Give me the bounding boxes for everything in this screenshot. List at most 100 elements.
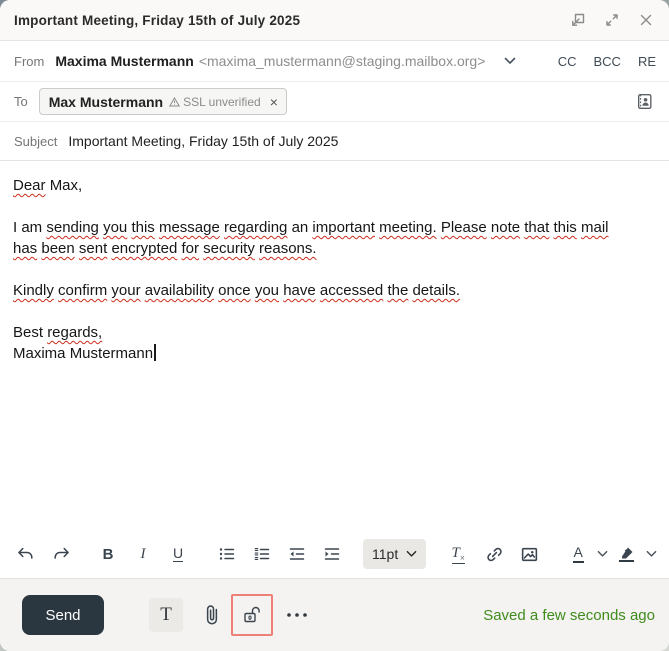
body-word: Best <box>13 324 44 341</box>
window-title: Important Meeting, Friday 15th of July 2… <box>14 12 301 28</box>
highlight-color-chevron-icon[interactable] <box>644 542 658 566</box>
body-word: details. <box>412 282 460 299</box>
redo-icon[interactable] <box>51 542 73 566</box>
body-word: sending <box>46 219 99 236</box>
highlight-color-button[interactable] <box>615 542 637 566</box>
compose-window: Important Meeting, Friday 15th of July 2… <box>0 0 669 651</box>
body-word: that <box>524 219 550 236</box>
body-word: meeting. <box>379 219 437 236</box>
body-word: availability <box>144 282 214 299</box>
expand-window-icon[interactable] <box>602 10 622 30</box>
body-text-line <box>13 259 656 280</box>
italic-button[interactable]: I <box>132 542 154 566</box>
subject-label: Subject <box>14 133 58 149</box>
body-word: encrypted <box>111 240 178 257</box>
body-word: reasons. <box>259 240 317 257</box>
insert-image-icon[interactable] <box>518 542 540 566</box>
more-options-icon[interactable] <box>284 603 310 627</box>
body-word: once <box>218 282 251 299</box>
titlebar: Important Meeting, Friday 15th of July 2… <box>0 0 669 41</box>
text-color-button[interactable]: A <box>567 542 589 566</box>
from-row: From Maxima Mustermann <maxima_musterman… <box>0 41 669 82</box>
address-book-icon[interactable] <box>635 92 654 111</box>
body-word: confirm <box>58 282 108 299</box>
recipient-name: Max Mustermann <box>48 93 164 110</box>
plain-text-toggle[interactable]: T <box>149 598 183 632</box>
sender-name: Maxima Mustermann <box>55 53 194 69</box>
subject-row[interactable]: Subject Important Meeting, Friday 15th o… <box>0 122 669 161</box>
body-word: been <box>41 240 75 257</box>
body-word: regards, <box>47 324 103 341</box>
compose-body-editor[interactable]: Dear Max, I am sending you this message … <box>0 161 669 530</box>
shrink-window-icon[interactable] <box>568 10 588 30</box>
body-word: regarding <box>224 219 288 236</box>
body-word: am <box>21 219 43 236</box>
body-word: security <box>203 240 255 257</box>
body-word: Kindly <box>13 282 54 299</box>
attachment-icon[interactable] <box>200 601 224 629</box>
close-icon[interactable] <box>636 10 656 30</box>
body-word: sent <box>78 240 108 257</box>
body-text-line <box>13 301 656 322</box>
bullet-list-icon[interactable] <box>216 542 238 566</box>
chevron-down-icon <box>406 550 417 557</box>
text-cursor <box>154 344 156 361</box>
window-controls <box>568 10 656 30</box>
clear-formatting-icon[interactable]: T× <box>447 542 469 566</box>
sender-dropdown-chevron-icon[interactable] <box>504 57 516 65</box>
body-text-line: Best regards, <box>13 322 656 343</box>
header-toggles: CC BCC RE <box>558 54 657 69</box>
body-word: have <box>283 282 316 299</box>
to-label: To <box>14 94 28 109</box>
insert-link-icon[interactable] <box>483 542 505 566</box>
subject-input[interactable]: Important Meeting, Friday 15th of July 2… <box>68 133 338 149</box>
bcc-toggle[interactable]: BCC <box>593 54 620 69</box>
body-word: an <box>291 219 309 236</box>
indent-icon[interactable] <box>321 542 343 566</box>
body-word: your <box>111 282 141 299</box>
body-word: Dear <box>13 177 46 194</box>
send-button[interactable]: Send <box>22 595 104 635</box>
font-size-select[interactable]: 11pt <box>363 539 427 569</box>
body-word: Max, <box>49 177 83 194</box>
cc-toggle[interactable]: CC <box>558 54 577 69</box>
recipient-chip[interactable]: Max Mustermann SSL unverified × <box>38 88 287 115</box>
body-text-line: has been sent encrypted for security rea… <box>13 238 656 259</box>
body-text-line: Dear Max, <box>13 175 656 196</box>
body-text-line: Maxima Mustermann <box>13 343 656 364</box>
encrypt-toggle-focused[interactable] <box>231 594 273 636</box>
body-word: you <box>103 219 128 236</box>
sender-email: <maxima_mustermann@staging.mailbox.org> <box>198 53 486 69</box>
remove-recipient-icon[interactable]: × <box>270 95 278 109</box>
body-word: important <box>312 219 375 236</box>
formatting-toolbar: B I U 11pt T× A <box>0 530 669 578</box>
body-word: the <box>387 282 409 299</box>
body-word: note <box>490 219 521 236</box>
body-word: message <box>158 219 220 236</box>
from-label: From <box>14 53 45 69</box>
compose-footer: Send T Saved a few seconds ago <box>0 578 669 651</box>
text-color-chevron-icon[interactable] <box>595 542 609 566</box>
body-word: Mustermann <box>69 345 154 362</box>
body-word: has <box>13 240 38 257</box>
body-text-line: I am sending you this message regarding … <box>13 217 656 238</box>
underline-button[interactable]: U <box>167 542 189 566</box>
body-word: you <box>254 282 280 299</box>
body-word: for <box>181 240 199 257</box>
undo-icon[interactable] <box>14 542 36 566</box>
body-word: this <box>131 219 155 236</box>
reply-to-toggle[interactable]: RE <box>638 54 656 69</box>
body-text-line <box>13 196 656 217</box>
body-text-line: Kindly confirm your availability once yo… <box>13 280 656 301</box>
body-word: Please <box>440 219 487 236</box>
body-word: this <box>553 219 577 236</box>
body-word: I <box>13 219 18 236</box>
bold-button[interactable]: B <box>97 542 119 566</box>
to-row[interactable]: To Max Mustermann SSL unverified × <box>0 82 669 122</box>
numbered-list-icon[interactable] <box>251 542 273 566</box>
outdent-icon[interactable] <box>286 542 308 566</box>
warning-icon <box>169 96 181 106</box>
recipient-ssl-status: SSL unverified <box>169 95 261 109</box>
open-lock-icon <box>244 606 260 623</box>
autosave-status: Saved a few seconds ago <box>483 606 655 624</box>
